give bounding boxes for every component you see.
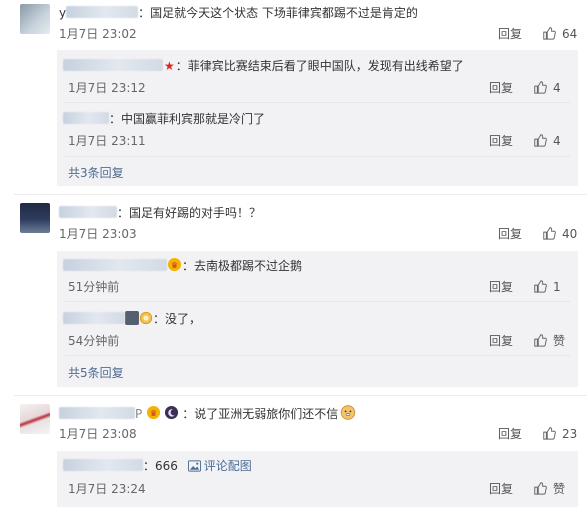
- avatar[interactable]: [20, 4, 50, 34]
- timestamp: 1月7日 23:12: [68, 81, 146, 95]
- like-button[interactable]: 23: [542, 426, 577, 442]
- moon-badge-icon: [164, 405, 179, 424]
- divider: [65, 156, 570, 157]
- star-icon: ★: [164, 59, 175, 73]
- like-button[interactable]: 赞: [533, 333, 565, 349]
- image-comment-link[interactable]: 评论配图: [187, 459, 252, 473]
- thumbs-up-icon: [534, 482, 547, 495]
- reply-button[interactable]: 回复: [498, 26, 522, 42]
- comment-text: ：说了亚洲无弱旅你们还不信: [182, 407, 339, 421]
- timestamp: 1月7日 23:02: [59, 27, 137, 41]
- username-blurred[interactable]: [59, 206, 117, 218]
- timestamp: 1月7日 23:08: [59, 427, 137, 441]
- reply-button[interactable]: 回复: [489, 80, 513, 96]
- like-count: 23: [562, 427, 578, 441]
- like-count: 4: [553, 134, 561, 148]
- image-icon: [187, 460, 201, 472]
- username-blurred[interactable]: [59, 407, 135, 419]
- thumbs-up-icon: [534, 334, 547, 347]
- reply-text: ：菲律宾比赛结束后看了眼中国队，发现有出线希望了: [175, 59, 464, 73]
- reply-text-line: ♛ ：去南极都踢不过企鹅: [63, 257, 302, 276]
- reply-panel: ♛ ：去南极都踢不过企鹅 51分钟前 回复 1 ：没了， 54分钟前 回复 赞 共…: [57, 251, 578, 387]
- reply-text: ：去南极都踢不过企鹅: [182, 259, 303, 273]
- reply-button[interactable]: 回复: [498, 226, 522, 242]
- reply-text-line: ：没了，: [63, 311, 201, 329]
- thumbs-up-icon: [543, 27, 556, 40]
- divider: [65, 301, 570, 302]
- username-blurred[interactable]: [63, 312, 125, 324]
- thumbs-up-icon: [534, 280, 547, 293]
- like-button[interactable]: 40: [542, 226, 577, 242]
- timestamp: 1月7日 23:24: [68, 482, 146, 496]
- like-count: 赞: [553, 482, 566, 496]
- more-replies-link[interactable]: 共3条回复: [68, 166, 124, 180]
- reply-text-line: ★：菲律宾比赛结束后看了眼中国队，发现有出线希望了: [63, 58, 464, 74]
- like-button[interactable]: 4: [533, 133, 561, 149]
- comment-1: y ：国足就今天这个状态 下场菲律宾都踢不过是肯定的 1月7日 23:02 回复 …: [0, 0, 587, 186]
- like-count: 赞: [553, 334, 566, 348]
- like-button[interactable]: 64: [542, 26, 577, 42]
- thumbs-up-icon: [543, 427, 556, 440]
- reply-text: ：中国赢菲利宾那就是冷门了: [109, 112, 266, 126]
- username-blurred[interactable]: [66, 6, 139, 18]
- like-count: 4: [553, 81, 561, 95]
- username-tail[interactable]: P: [135, 407, 142, 421]
- image-comment-label: 评论配图: [203, 459, 252, 473]
- username-blurred[interactable]: [63, 459, 143, 471]
- comment-text-line: y ：国足就今天这个状态 下场菲律宾都踢不过是肯定的: [59, 5, 418, 21]
- like-count: 64: [562, 27, 578, 41]
- reply-button[interactable]: 回复: [498, 426, 522, 442]
- reply-text: ：666: [143, 459, 178, 473]
- vip-badge-icon: ♛: [167, 257, 182, 276]
- avatar[interactable]: [20, 203, 50, 233]
- comment-text: ：国足有好踢的对手吗！？: [117, 206, 262, 220]
- comment-text-line: ：国足有好踢的对手吗！？: [59, 205, 261, 221]
- divider: [65, 102, 570, 103]
- like-count: 40: [562, 227, 578, 241]
- username-blurred[interactable]: [63, 112, 109, 124]
- timestamp: 54分钟前: [68, 334, 120, 348]
- username-blurred[interactable]: [63, 259, 167, 271]
- username-blurred[interactable]: [63, 59, 163, 71]
- more-replies-link[interactable]: 共5条回复: [68, 366, 124, 380]
- reply-button[interactable]: 回复: [489, 333, 513, 349]
- avatar-small: [125, 311, 139, 329]
- reply-button[interactable]: 回复: [489, 133, 513, 149]
- reply-panel: ★：菲律宾比赛结束后看了眼中国队，发现有出线希望了 1月7日 23:12 回复 …: [57, 50, 578, 186]
- like-count: 1: [553, 280, 561, 294]
- thumbs-up-icon: [543, 227, 556, 240]
- timestamp: 51分钟前: [68, 280, 120, 294]
- like-button[interactable]: 1: [533, 279, 561, 295]
- reply-panel: ：666 评论配图 1月7日 23:24 回复 赞: [57, 451, 578, 507]
- thumbs-up-icon: [534, 81, 547, 94]
- like-button[interactable]: 赞: [533, 481, 565, 497]
- comment-3: P ♛ ：说了亚洲无弱旅你们还不信 1月7日 23:08 回复 23 ：666 评论…: [0, 396, 587, 507]
- username[interactable]: y: [59, 6, 66, 20]
- svg-text:♛: ♛: [171, 260, 179, 270]
- comment-text: ：国足就今天这个状态 下场菲律宾都踢不过是肯定的: [138, 6, 418, 20]
- vip-badge-icon: ♛: [146, 405, 161, 424]
- divider: [65, 355, 570, 356]
- timestamp: 1月7日 23:03: [59, 227, 137, 241]
- reply-text-line: ：中国赢菲利宾那就是冷门了: [63, 111, 265, 127]
- reply-text: ：没了，: [153, 312, 202, 326]
- comment-2: ：国足有好踢的对手吗！？ 1月7日 23:03 回复 40 ♛ ：去南极都踢不过企…: [0, 195, 587, 390]
- like-button[interactable]: 4: [533, 80, 561, 96]
- avatar[interactable]: [20, 404, 50, 434]
- thumbs-up-icon: [534, 134, 547, 147]
- reply-button[interactable]: 回复: [489, 279, 513, 295]
- reply-text-line: ：666 评论配图: [63, 458, 252, 474]
- medal-badge-icon: [139, 311, 153, 329]
- timestamp: 1月7日 23:11: [68, 134, 146, 148]
- reply-button[interactable]: 回复: [489, 481, 513, 497]
- doge-emoji: [340, 404, 356, 424]
- svg-text:♛: ♛: [150, 408, 158, 418]
- comment-text-line: P ♛ ：说了亚洲无弱旅你们还不信: [59, 404, 356, 424]
